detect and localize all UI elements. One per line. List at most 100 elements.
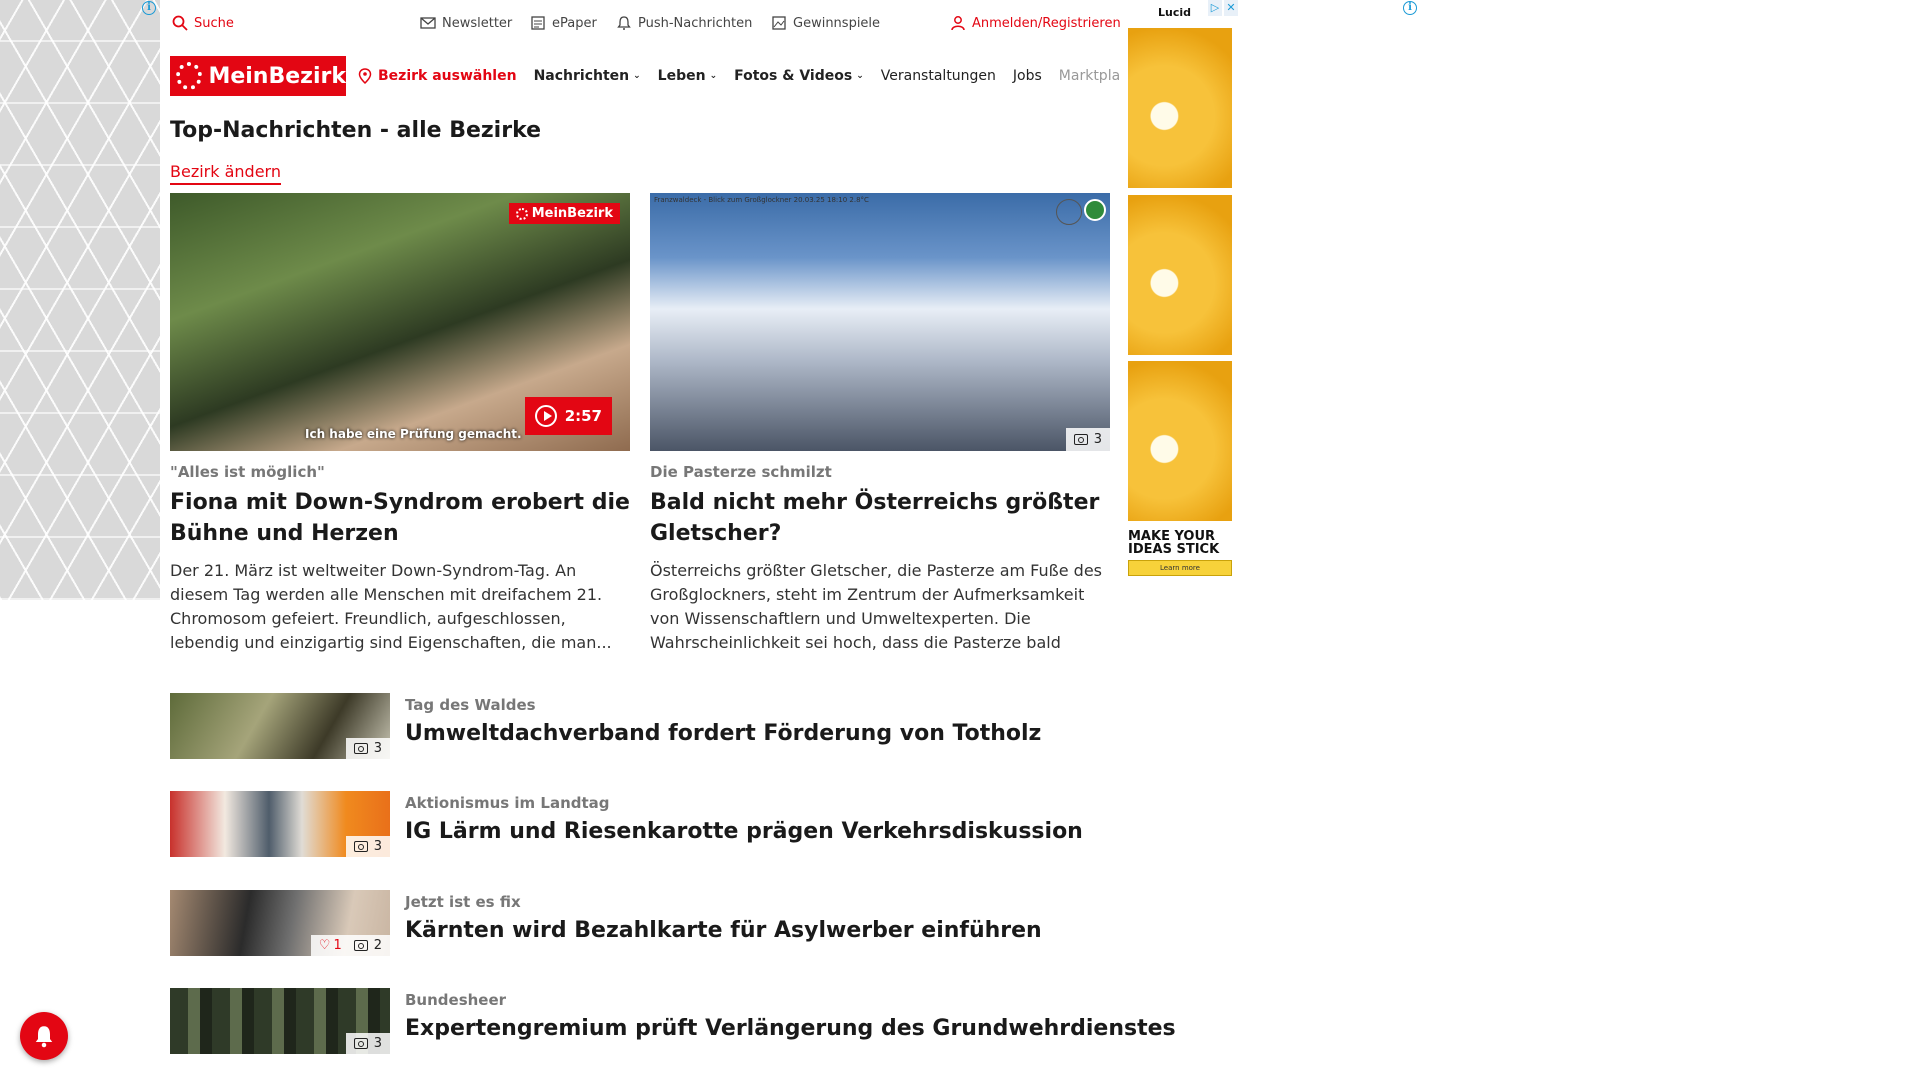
push-label: Push-Nachrichten	[638, 15, 753, 31]
camera-icon	[353, 940, 368, 951]
nav-veranstaltungen-label: Veranstaltungen	[880, 68, 996, 84]
brand-badge: MeinBezirk	[508, 203, 620, 224]
camera-icon	[353, 841, 368, 852]
location-pin-icon	[358, 68, 372, 84]
feature-image[interactable]: Franzwaldeck - Blick zum Großglockner 20…	[650, 193, 1110, 451]
heart-icon: ♡	[318, 938, 331, 953]
meinbezirk-logo[interactable]: MeinBezirk	[170, 56, 346, 96]
list-headline[interactable]: Umweltdachverband fordert Förderung von …	[405, 721, 1041, 746]
nav-fotos-videos[interactable]: Fotos & Videos ⌄	[734, 68, 864, 84]
photo-count-badge: 3	[1065, 428, 1110, 451]
camera-icon	[353, 743, 368, 754]
search-label: Suche	[194, 15, 234, 31]
logo-text: MeinBezirk	[208, 63, 346, 89]
newspaper-icon	[531, 16, 545, 30]
right-skyscraper-ad[interactable]: Lucid ▷ ✕ MAKE YOUR IDEAS STICK Learn mo…	[1120, 0, 1240, 600]
ad-info-icon[interactable]: i	[142, 1, 156, 15]
like-count-value: 1	[333, 938, 342, 953]
push-notifications-link[interactable]: Push-Nachrichten	[616, 15, 752, 31]
list-kicker: Tag des Waldes	[405, 696, 536, 714]
push-notification-button[interactable]	[20, 1012, 68, 1060]
list-item[interactable]: 3 Aktionismus im Landtag IG Lärm und Rie…	[170, 791, 1112, 857]
partner-logo-icon	[1084, 199, 1106, 221]
newsletter-link[interactable]: Newsletter	[420, 15, 512, 31]
gewinnspiele-label: Gewinnspiele	[793, 15, 881, 31]
list-thumbnail[interactable]: 3	[170, 988, 390, 1054]
change-bezirk-link[interactable]: Bezirk ändern	[170, 162, 281, 185]
ad-info-icon[interactable]: i	[1403, 1, 1417, 15]
photo-count: 3	[373, 1036, 382, 1051]
feature-article-card[interactable]: MeinBezirk Ich habe eine Prüfung gemacht…	[170, 193, 630, 655]
article-teaser: Österreichs größter Gletscher, die Paste…	[650, 561, 1102, 652]
main-page: Suche Newsletter ePaper Push-Nachrichten…	[160, 0, 1176, 1080]
list-headline[interactable]: Kärnten wird Bezahlkarte für Asylwerber …	[405, 918, 1042, 943]
play-icon	[534, 405, 557, 427]
ad-image	[1128, 195, 1232, 355]
mail-icon	[420, 17, 436, 29]
utility-bar: Suche Newsletter ePaper Push-Nachrichten…	[170, 8, 1121, 38]
nav-fotos-label: Fotos & Videos	[734, 68, 853, 84]
epaper-link[interactable]: ePaper	[530, 15, 597, 31]
brand-badge-label: MeinBezirk	[531, 206, 613, 221]
search-icon	[172, 15, 188, 31]
feature-video-thumbnail[interactable]: MeinBezirk Ich habe eine Prüfung gemacht…	[170, 193, 630, 451]
nav-leben-label: Leben	[657, 68, 706, 84]
feature-article-card[interactable]: Franzwaldeck - Blick zum Großglockner 20…	[650, 193, 1110, 655]
list-headline[interactable]: IG Lärm und Riesenkarotte prägen Verkehr…	[405, 819, 1083, 844]
bezirk-select-button[interactable]: Bezirk auswählen	[358, 68, 517, 84]
nav-veranstaltungen[interactable]: Veranstaltungen	[881, 68, 996, 84]
login-link[interactable]: Anmelden/Registrieren	[950, 15, 1121, 31]
bell-icon	[617, 16, 631, 30]
newsletter-label: Newsletter	[442, 15, 513, 31]
camera-icon	[353, 1038, 368, 1049]
nav-leben[interactable]: Leben ⌄	[658, 68, 717, 84]
list-headline[interactable]: Expertengremium prüft Verlängerung des G…	[405, 1016, 1176, 1041]
list-thumbnail[interactable]: 3	[170, 791, 390, 857]
list-item[interactable]: 3 Tag des Waldes Umweltdachverband forde…	[170, 693, 1112, 759]
login-label: Anmelden/Registrieren	[972, 15, 1121, 31]
search-button[interactable]: Suche	[172, 15, 234, 31]
article-teaser: Der 21. März ist weltweiter Down-Syndrom…	[170, 561, 612, 652]
like-count: ♡ 1	[319, 938, 342, 953]
list-thumbnail[interactable]: 3	[170, 693, 390, 759]
video-duration-badge[interactable]: 2:57	[524, 397, 612, 435]
video-duration: 2:57	[564, 407, 602, 425]
list-kicker: Bundesheer	[405, 991, 507, 1009]
ad-headline: MAKE YOUR IDEAS STICK	[1128, 529, 1220, 557]
photo-count: 3	[373, 839, 382, 854]
chevron-down-icon: ⌄	[856, 71, 864, 81]
ad-choices-icon[interactable]: ▷	[1208, 0, 1222, 16]
photo-count: 3	[1093, 432, 1102, 447]
epaper-label: ePaper	[552, 15, 597, 31]
user-icon	[951, 16, 965, 31]
list-item[interactable]: ♡ 1 2 Jetzt ist es fix Kärnten wird Bezah…	[170, 890, 1112, 956]
webcam-caption: Franzwaldeck - Blick zum Großglockner 20…	[654, 196, 869, 204]
gewinnspiele-link[interactable]: Gewinnspiele	[771, 15, 880, 31]
logo-mark-icon	[515, 207, 528, 220]
photo-count: 3	[373, 741, 382, 756]
nav-nachrichten[interactable]: Nachrichten ⌄	[534, 68, 641, 84]
article-headline[interactable]: Fiona mit Down-Syndrom erobert die Bühne…	[170, 487, 630, 549]
article-headline[interactable]: Bald nicht mehr Österreichs größter Glet…	[650, 487, 1110, 549]
list-item[interactable]: 3 Bundesheer Expertengremium prüft Verlä…	[170, 988, 1176, 1054]
list-kicker: Jetzt ist es fix	[405, 893, 521, 911]
photo-count-badge: 3	[345, 738, 390, 759]
page-title: Top-Nachrichten - alle Bezirke	[170, 118, 542, 143]
nav-nachrichten-label: Nachrichten	[533, 68, 630, 84]
geosphere-logo-icon	[1056, 199, 1082, 225]
chevron-down-icon: ⌄	[633, 71, 641, 81]
main-navigation: MeinBezirk Bezirk auswählen Nachrichten ⌄…	[170, 54, 1133, 98]
left-skyscraper-ad[interactable]	[0, 0, 176, 600]
logo-mark-icon	[176, 62, 203, 90]
bezirk-select-label: Bezirk auswählen	[378, 68, 517, 84]
nav-jobs-label: Jobs	[1012, 68, 1042, 84]
ad-controls: ▷ ✕	[1208, 0, 1240, 16]
photo-count-badge: 3	[345, 1033, 390, 1054]
ad-cta-button[interactable]: Learn more	[1128, 560, 1232, 576]
close-icon[interactable]: ✕	[1224, 0, 1238, 16]
ad-image	[1128, 28, 1232, 188]
photo-count-badge: 3	[345, 836, 390, 857]
bell-icon	[35, 1026, 53, 1048]
nav-jobs[interactable]: Jobs	[1013, 68, 1042, 84]
list-thumbnail[interactable]: ♡ 1 2	[170, 890, 390, 956]
